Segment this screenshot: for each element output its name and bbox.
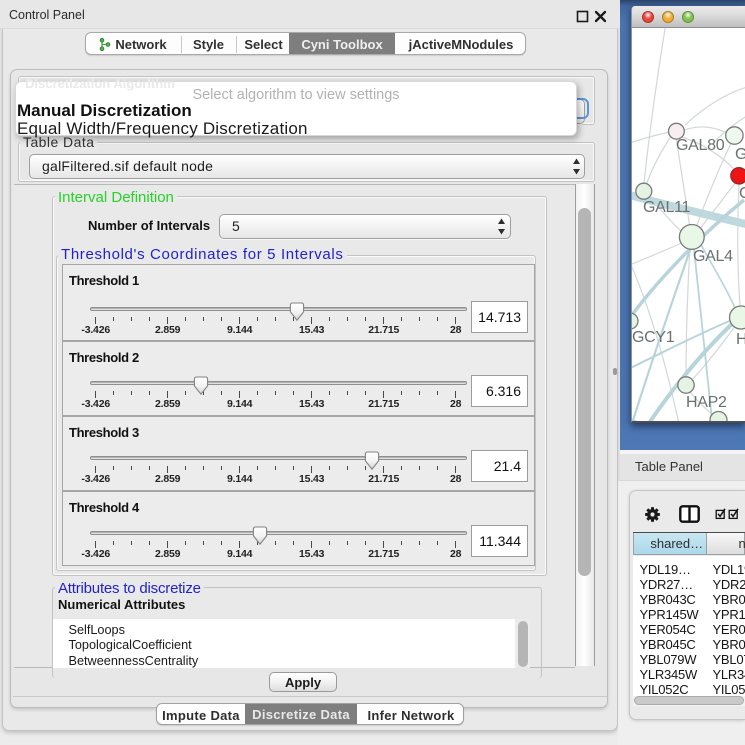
svg-text:GAL11: GAL11 — [643, 199, 691, 216]
svg-text:H: H — [736, 331, 745, 348]
svg-text:GAL4: GAL4 — [693, 248, 733, 265]
svg-text:GAL80: GAL80 — [676, 137, 725, 154]
svg-text:HAP2: HAP2 — [686, 394, 727, 411]
svg-text:C: C — [739, 185, 745, 202]
svg-text:GA: GA — [735, 146, 745, 163]
svg-text:GCY1: GCY1 — [632, 329, 675, 346]
